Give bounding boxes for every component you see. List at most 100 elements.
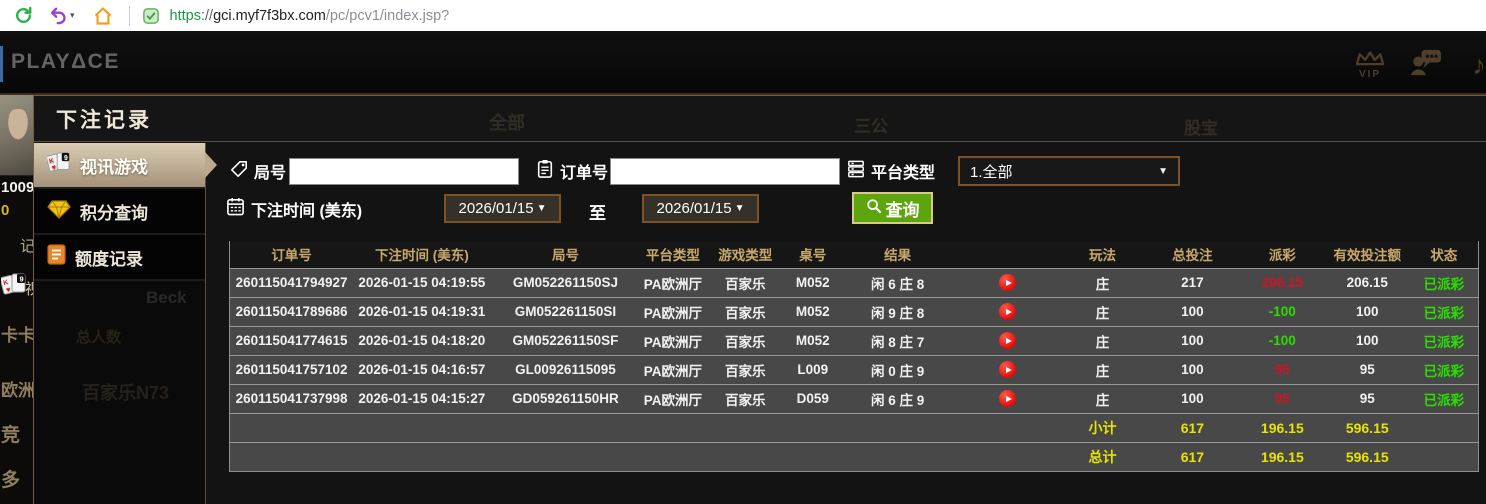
music-icon[interactable]: ♪ [1466, 50, 1486, 81]
sidebar-item-video-games[interactable]: K ♥ 9 视讯游戏 [34, 143, 205, 189]
date-from-picker[interactable]: 2026/01/15 ▼ [444, 194, 561, 223]
cell-bet-time: 2026-01-15 04:15:27 [353, 383, 491, 413]
total-valid-bet: 596.15 [1324, 441, 1410, 471]
subtotal-valid-bet: 596.15 [1324, 412, 1410, 442]
header-accent-bar [0, 46, 3, 82]
bleed-text: Beck [146, 288, 187, 307]
play-icon [1005, 395, 1012, 402]
playing-cards-icon: K ♥ 9 [46, 151, 71, 179]
cell-table-no: M052 [785, 325, 841, 355]
col-game-type: 游戏类型 [705, 241, 786, 268]
col-game-no: 局号 [490, 241, 641, 268]
cell-game-type: 百家乐 [705, 325, 786, 355]
cell-game-type: 百家乐 [705, 383, 786, 413]
cell-game-no: GM052261150SJ [490, 267, 641, 297]
betting-records-modal: 下注记录 全部 三公 股宝 K ♥ 9 视讯游戏 积分查询 额度记录 Beck … [33, 95, 1486, 504]
background-text: 记 [20, 238, 33, 255]
cell-result: 闲 6 庄 9 [840, 383, 956, 413]
cell-platform: PA欧洲厅 [640, 296, 706, 326]
cell-bet-time: 2026-01-15 04:16:57 [353, 354, 491, 384]
sidebar-item-points-query[interactable]: 积分查询 [34, 189, 205, 235]
order-no-input[interactable] [610, 158, 840, 185]
cell-valid-bet: 95 [1324, 354, 1410, 384]
undo-icon[interactable] [49, 6, 68, 25]
play-video-button[interactable] [999, 390, 1017, 407]
cell-payout: 206.15 [1239, 267, 1325, 297]
background-text: 竞 [1, 425, 21, 446]
col-result: 结果 [840, 241, 956, 268]
calendar-icon [226, 197, 245, 221]
reload-icon[interactable] [14, 6, 33, 25]
browser-toolbar: ▾ https://gci.myf7f3bx.com/pc/pcv1/index… [0, 0, 1486, 31]
cell-bet-time: 2026-01-15 04:18:20 [353, 325, 491, 355]
play-video-button[interactable] [999, 303, 1017, 320]
customer-service-icon[interactable] [1409, 48, 1442, 82]
sidebar-item-credit-records[interactable]: 额度记录 [34, 235, 205, 281]
to-label: 至 [589, 204, 606, 223]
cell-bet-time: 2026-01-15 04:19:55 [353, 267, 491, 297]
subtotal-label: 小计 [1060, 412, 1145, 442]
diamond-icon [47, 199, 71, 224]
cell-result: 闲 8 庄 7 [840, 325, 956, 355]
cell-status: 已派彩 [1409, 354, 1479, 384]
url-path: /pc/pcv1/index.jsp? [325, 7, 450, 24]
col-valid-bet: 有效投注额 [1324, 241, 1410, 268]
account-id: 1009 [1, 179, 33, 196]
cell-valid-bet: 100 [1324, 325, 1410, 355]
play-icon [1005, 337, 1012, 344]
clipboard-icon [536, 159, 554, 183]
cell-valid-bet: 95 [1324, 383, 1410, 413]
table-header-row: 订单号 下注时间 (美东) 局号 平台类型 游戏类型 桌号 结果 玩法 总投注 … [229, 241, 1479, 268]
cell-replay [955, 354, 1061, 384]
bleed-text: 百家乐N73 [82, 383, 170, 403]
total-payout: 196.15 [1239, 441, 1325, 471]
cell-payout: -100 [1239, 325, 1325, 355]
cell-result: 闲 6 庄 8 [840, 267, 956, 297]
bleed-text: 总人数 [76, 329, 122, 346]
play-icon [1005, 366, 1012, 373]
cell-game-type: 百家乐 [705, 267, 786, 297]
cell-result: 闲 9 庄 8 [840, 296, 956, 326]
play-video-button[interactable] [999, 332, 1017, 349]
col-order-no: 订单号 [229, 241, 354, 268]
sidebar-item-label: 视讯游戏 [80, 157, 148, 177]
cell-valid-bet: 206.15 [1324, 267, 1410, 297]
total-row: 总计 617 196.15 596.15 [229, 441, 1479, 471]
cell-order-no: 260115041789686 [229, 296, 354, 326]
cell-platform: PA欧洲厅 [640, 354, 706, 384]
col-status: 状态 [1409, 241, 1479, 268]
play-video-button[interactable] [999, 361, 1017, 378]
cell-play: 庄 [1060, 296, 1145, 326]
date-caret-icon: ▼ [536, 203, 547, 214]
cell-order-no: 260115041774615 [229, 325, 354, 355]
game-no-input[interactable] [289, 158, 519, 185]
date-to-picker[interactable]: 2026/01/15 ▼ [642, 194, 759, 223]
platform-select[interactable]: 1.全部 ▼ [958, 156, 1180, 186]
subtotal-total-bet: 617 [1144, 412, 1240, 442]
tag-icon [230, 160, 248, 183]
play-video-button[interactable] [999, 274, 1017, 291]
cell-game-no: GM052261150SF [490, 325, 641, 355]
query-button[interactable]: 查询 [852, 192, 933, 224]
cell-replay [955, 383, 1061, 413]
cell-status: 已派彩 [1409, 296, 1479, 326]
secure-shield-icon[interactable] [142, 7, 160, 25]
address-bar[interactable]: https://gci.myf7f3bx.com/pc/pcv1/index.j… [170, 8, 450, 24]
date-caret-icon: ▼ [734, 203, 745, 214]
url-scheme: https [169, 7, 201, 24]
undo-dropdown-caret-icon[interactable]: ▾ [70, 10, 75, 21]
cell-replay [955, 325, 1061, 355]
date-to-value: 2026/01/15 [656, 200, 732, 217]
background-text: 卡卡 [1, 326, 33, 345]
cell-payout: 95 [1239, 354, 1325, 384]
home-icon[interactable] [93, 6, 113, 26]
bleed-text: 全部 [489, 113, 525, 133]
vip-button[interactable]: VIP [1355, 50, 1385, 80]
cell-game-no: GD059261150HR [490, 383, 641, 413]
svg-text:9: 9 [64, 154, 68, 161]
toolbar-divider [128, 5, 130, 26]
play-icon [1005, 308, 1012, 315]
col-play: 玩法 [1060, 241, 1145, 268]
table-row: 260115041737998 2026-01-15 04:15:27 GD05… [229, 383, 1479, 413]
game-no-label-group: 局号 [230, 159, 286, 183]
